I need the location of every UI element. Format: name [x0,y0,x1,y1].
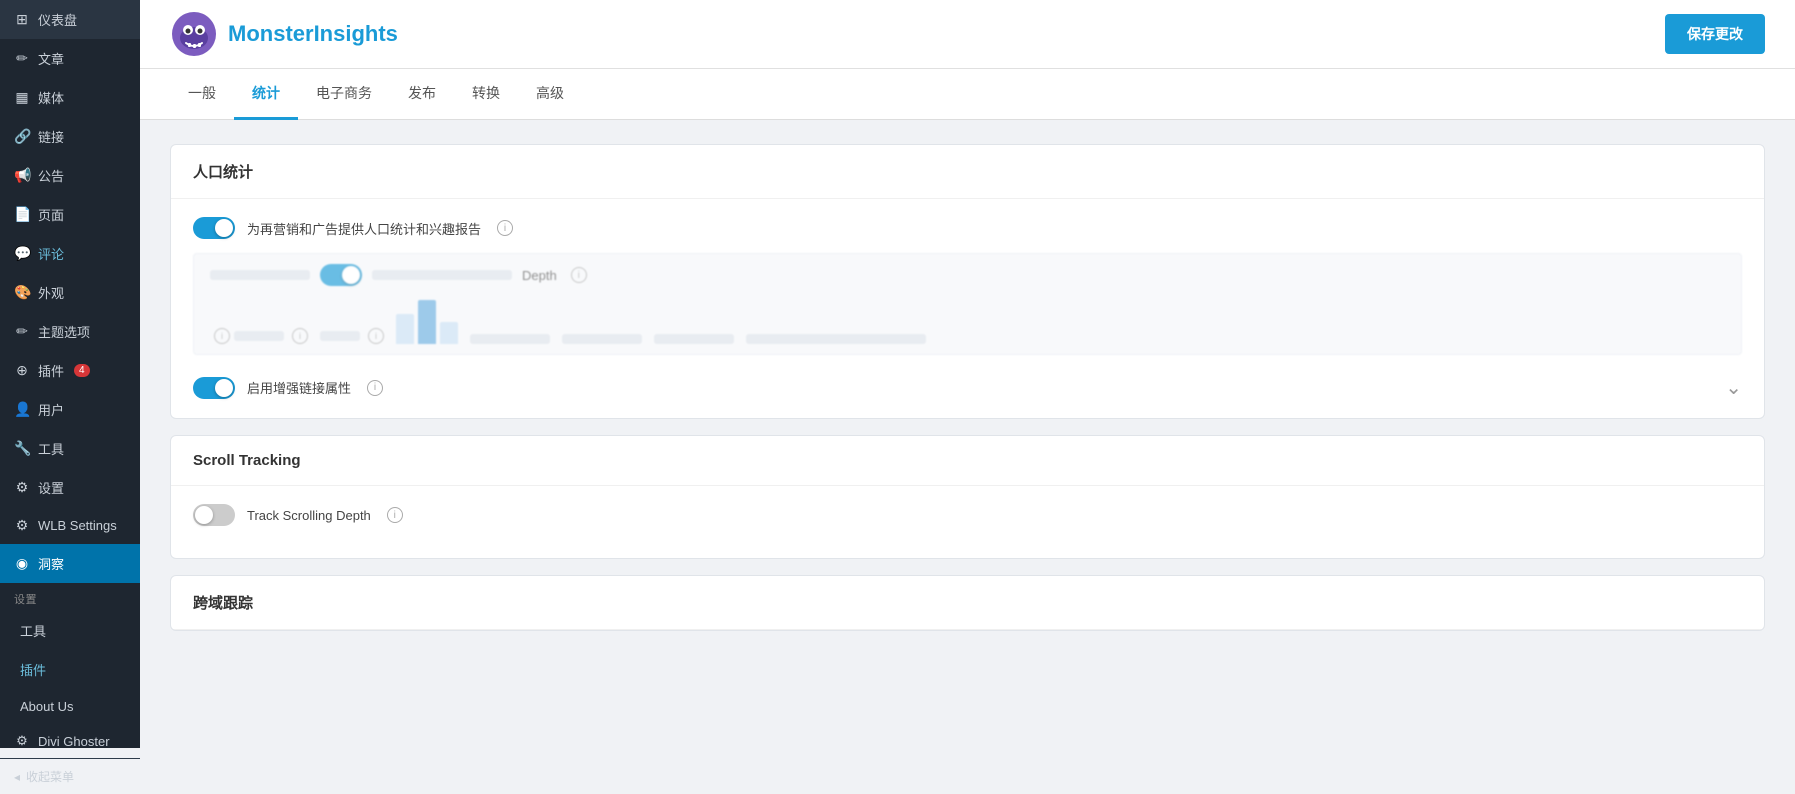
logo-area: MonsterInsights [170,10,398,58]
tab-advanced[interactable]: 高级 [518,69,582,120]
sidebar-divi-ghoster[interactable]: ⚙ Divi Ghoster [0,724,140,758]
scroll-depth-track [193,504,235,526]
sidebar-item-announcements[interactable]: 📢 公告 [0,156,140,195]
wlb-icon: ⚙ [14,517,30,534]
scroll-tracking-body: Track Scrolling Depth i [171,486,1764,558]
sidebar-sub-tools[interactable]: 工具 [0,611,140,650]
media-icon: ▦ [14,89,30,106]
depth-track [320,264,362,286]
tab-publish[interactable]: 发布 [390,69,454,120]
sidebar-item-pages[interactable]: 📄 页面 [0,195,140,234]
scroll-depth-toggle-row: Track Scrolling Depth i [193,504,1742,526]
cross-domain-title: 跨域跟踪 [171,576,1764,630]
demographics-card: 人口统计 为再营销和广告提供人口统计和兴趣报告 i [170,144,1765,419]
demographics-toggle-row: 为再营销和广告提供人口统计和兴趣报告 i [193,217,1742,239]
articles-icon: ✏ [14,50,30,67]
enhanced-link-toggle-row: 启用增强链接属性 i [193,377,383,399]
users-icon: 👤 [14,401,30,418]
divi-ghoster-icon: ⚙ [14,733,30,749]
collapse-icon: ◂ [14,770,20,784]
sidebar-sub-plugins[interactable]: 插件 [0,650,140,689]
theme-options-icon: ✏ [14,323,30,340]
pages-icon: 📄 [14,206,30,223]
sidebar-item-settings[interactable]: ⚙ 设置 [0,468,140,507]
depth-label: Depth [522,268,557,283]
mini-bar-chart [396,300,458,344]
chart-info-2: i [292,328,308,344]
settings-section-label: 设置 [0,583,140,611]
sidebar-about-us[interactable]: About Us [0,689,140,724]
demographics-thumb [215,219,233,237]
logo-monster-icon [170,10,218,58]
sidebar-bottom: ⚙ Divi Ghoster ◂ 收起菜单 [0,724,140,794]
demographics-title: 人口统计 [171,145,1764,199]
chevron-down-icon[interactable]: ⌄ [1725,375,1742,400]
scroll-tracking-title: Scroll Tracking [171,436,1764,486]
sidebar-item-tools[interactable]: 🔧 工具 [0,429,140,468]
header: MonsterInsights 保存更改 [140,0,1795,69]
plugins-badge: 4 [74,364,90,377]
chart-info-1: i [214,328,230,344]
scroll-depth-label: Track Scrolling Depth [247,508,371,523]
scroll-depth-info-icon[interactable]: i [387,507,403,523]
enhanced-link-thumb [215,379,233,397]
save-button[interactable]: 保存更改 [1665,14,1765,54]
demographics-info-icon[interactable]: i [497,220,513,236]
depth-info-icon: i [571,267,587,283]
demographics-toggle[interactable] [193,217,235,239]
depth-thumb [342,266,360,284]
sidebar-item-comments[interactable]: 💬 评论 [0,234,140,273]
sidebar: ⊞ 仪表盘 ✏ 文章 ▦ 媒体 🔗 链接 📢 公告 📄 页面 💬 评论 🎨 外观… [0,0,140,748]
enhanced-link-row: 启用增强链接属性 i ⌄ [193,365,1742,400]
insights-icon: ◉ [14,555,30,572]
main-content: MonsterInsights 保存更改 一般 统计 电子商务 发布 转换 高级… [140,0,1795,748]
sidebar-item-insights[interactable]: ◉ 洞察 [0,544,140,583]
depth-preview: Depth i i i i [193,253,1742,355]
tools-icon: 🔧 [14,440,30,457]
sidebar-item-wlb-settings[interactable]: ⚙ WLB Settings [0,507,140,544]
enhanced-link-label: 启用增强链接属性 [247,378,351,397]
tab-general[interactable]: 一般 [170,69,234,120]
sidebar-item-links[interactable]: 🔗 链接 [0,117,140,156]
scroll-depth-toggle[interactable] [193,504,235,526]
appearance-icon: 🎨 [14,284,30,301]
enhanced-link-info-icon[interactable]: i [367,380,383,396]
dashboard-icon: ⊞ [14,11,30,28]
enhanced-link-track [193,377,235,399]
demographics-track [193,217,235,239]
sidebar-item-dashboard[interactable]: ⊞ 仪表盘 [0,0,140,39]
sidebar-item-theme-options[interactable]: ✏ 主题选项 [0,312,140,351]
announcements-icon: 📢 [14,167,30,184]
tab-statistics[interactable]: 统计 [234,69,298,120]
sidebar-collapse[interactable]: ◂ 收起菜单 [0,758,140,794]
cross-domain-card: 跨域跟踪 [170,575,1765,631]
sidebar-item-appearance[interactable]: 🎨 外观 [0,273,140,312]
sidebar-item-users[interactable]: 👤 用户 [0,390,140,429]
links-icon: 🔗 [14,128,30,145]
logo-text: MonsterInsights [228,21,398,47]
tabs-bar: 一般 统计 电子商务 发布 转换 高级 [140,69,1795,120]
enhanced-link-toggle[interactable] [193,377,235,399]
sidebar-item-media[interactable]: ▦ 媒体 [0,78,140,117]
demographics-body: 为再营销和广告提供人口统计和兴趣报告 i Depth i [171,199,1764,418]
settings-icon: ⚙ [14,479,30,496]
chart-info-3: i [368,328,384,344]
depth-toggle-preview [320,264,362,286]
plugins-icon: ⊕ [14,362,30,379]
content-area: 人口统计 为再营销和广告提供人口统计和兴趣报告 i [140,120,1795,655]
scroll-tracking-card: Scroll Tracking Track Scrolling Depth i [170,435,1765,559]
scroll-depth-thumb [195,506,213,524]
demographics-toggle-label: 为再营销和广告提供人口统计和兴趣报告 [247,219,481,238]
comments-icon: 💬 [14,245,30,262]
tab-conversion[interactable]: 转换 [454,69,518,120]
tab-ecommerce[interactable]: 电子商务 [298,69,390,120]
sidebar-item-articles[interactable]: ✏ 文章 [0,39,140,78]
sidebar-item-plugins[interactable]: ⊕ 插件 4 [0,351,140,390]
